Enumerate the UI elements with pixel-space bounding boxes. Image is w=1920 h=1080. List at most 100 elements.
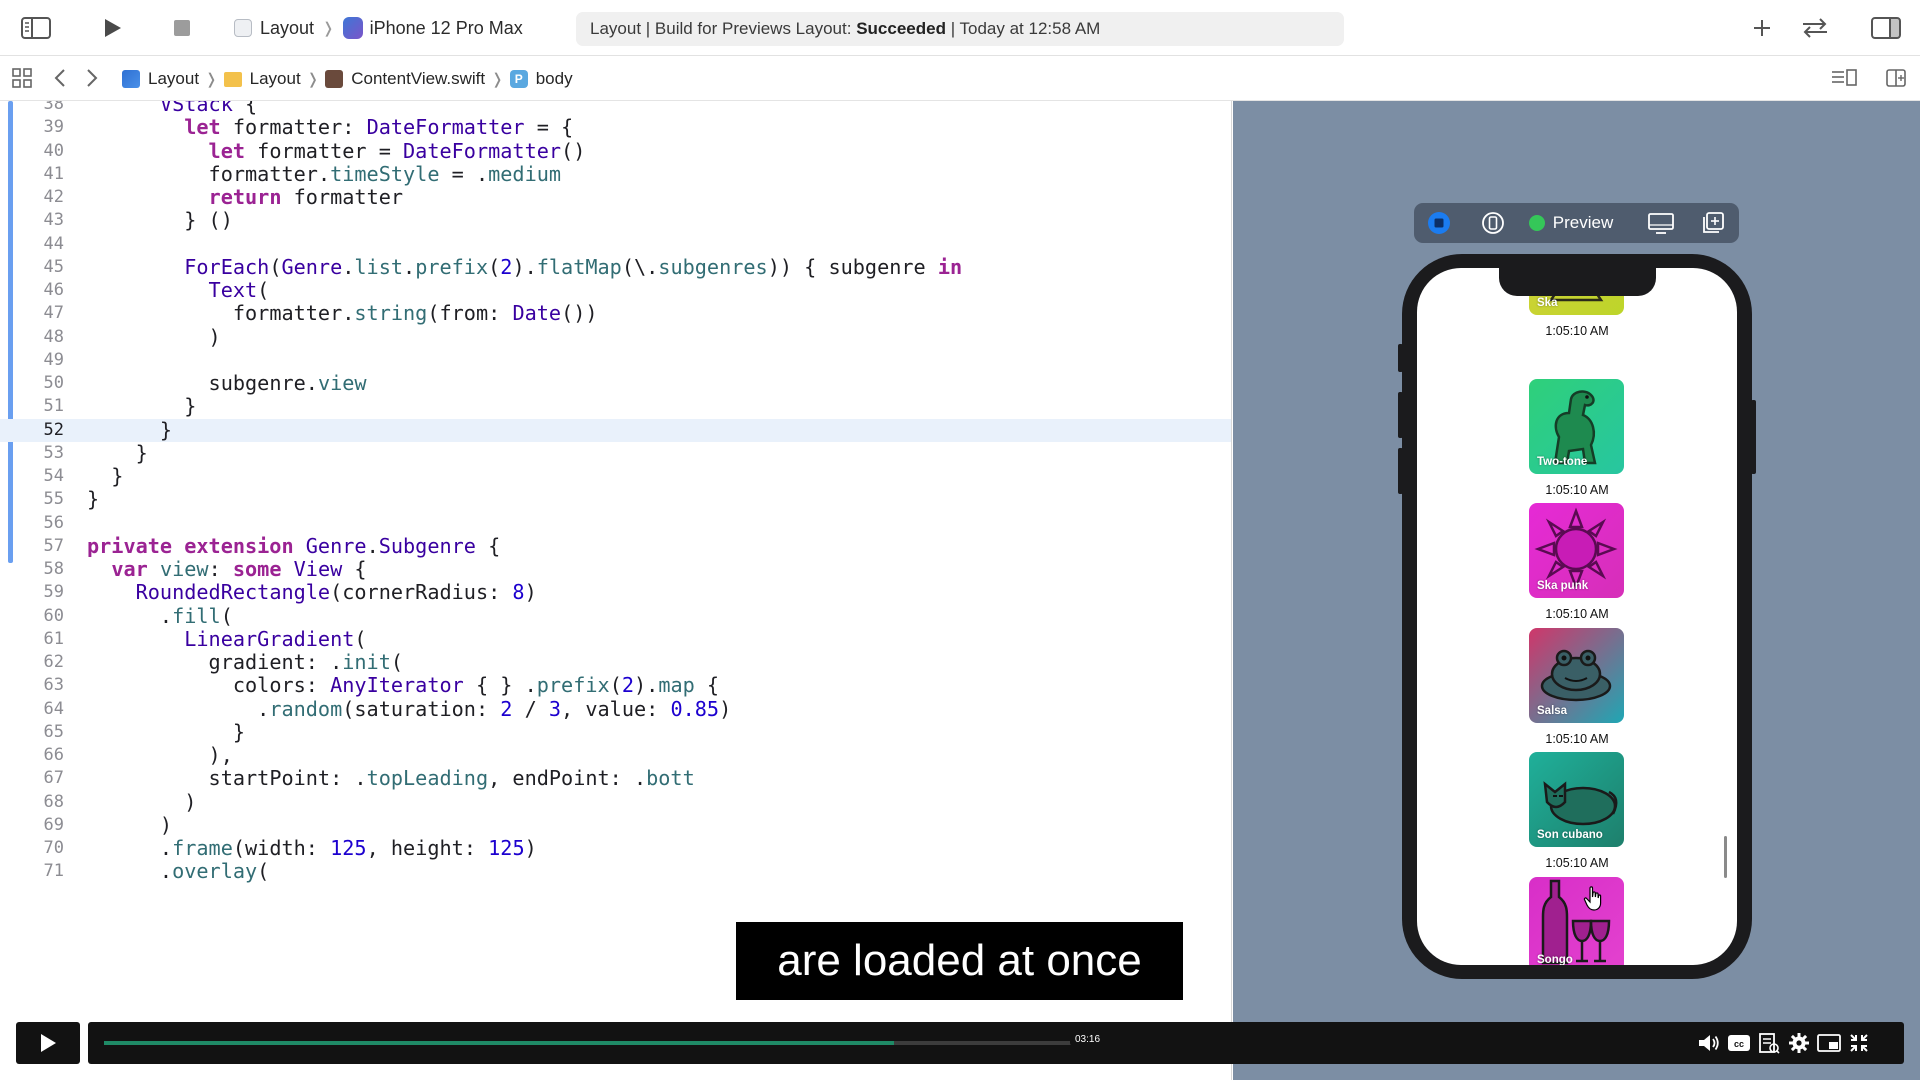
captions-button[interactable]: cc (1726, 1030, 1752, 1056)
code-line[interactable]: 58 var view: some View { (0, 557, 1231, 581)
code-line[interactable]: 62 gradient: .init( (0, 650, 1231, 674)
code-line[interactable]: 70 .frame(width: 125, height: 125) (0, 836, 1231, 860)
chevron-right-icon: ❭ (205, 71, 218, 88)
code-line[interactable]: 67 startPoint: .topLeading, endPoint: .b… (0, 766, 1231, 790)
code-line[interactable]: 49 (0, 349, 1231, 372)
code-line[interactable]: 63 colors: AnyIterator { } .prefix(2).ma… (0, 673, 1231, 697)
code-line[interactable]: 53 } (0, 441, 1231, 465)
subgenre-tile[interactable]: Son cubano (1529, 752, 1624, 847)
code-text: } () (87, 208, 233, 233)
line-number: 47 (43, 303, 64, 324)
video-progress-track[interactable]: 03:16 (104, 1033, 1106, 1046)
settings-button[interactable] (1786, 1030, 1812, 1056)
preview-mode-indicator[interactable]: Preview (1526, 210, 1616, 236)
code-line[interactable]: 69 ) (0, 812, 1231, 837)
subgenre-tile[interactable]: Songo (1529, 876, 1624, 966)
device-settings-button[interactable] (1478, 210, 1508, 236)
code-line[interactable]: 38 VStack { (0, 101, 1231, 116)
code-line[interactable]: 48 ) (0, 325, 1231, 349)
transcript-button[interactable] (1756, 1030, 1782, 1056)
scroll-indicator[interactable] (1724, 836, 1727, 878)
live-mode-button[interactable] (1424, 210, 1454, 236)
code-line[interactable]: 46 Text( (0, 278, 1231, 302)
code-line[interactable]: 40 let formatter = DateFormatter() (0, 139, 1231, 163)
breadcrumb-project[interactable]: Layout (122, 69, 199, 89)
code-line[interactable]: 50 subgenre.view (0, 371, 1231, 395)
scheme-selector[interactable]: Layout ❭ iPhone 12 Pro Max (234, 15, 523, 41)
picture-in-picture-button[interactable] (1816, 1030, 1842, 1056)
code-line[interactable]: 66 ), (0, 743, 1231, 767)
code-line[interactable]: 71 .overlay( (0, 859, 1231, 883)
stop-button[interactable] (164, 12, 200, 44)
code-line[interactable]: 56 (0, 512, 1231, 535)
code-line[interactable]: 60 .fill( (0, 604, 1231, 628)
subgenre-tile[interactable]: Salsa (1529, 627, 1624, 723)
code-line[interactable]: 57 private extension Genre.Subgenre { (0, 533, 1231, 558)
chevron-right-icon: ❭ (322, 20, 335, 37)
code-line[interactable]: 55} (0, 487, 1231, 511)
code-text: private extension Genre.Subgenre { (87, 533, 501, 558)
code-line[interactable]: 45 ForEach(Genre.list.prefix(2).flatMap(… (0, 254, 1231, 279)
volume-button[interactable] (1696, 1030, 1722, 1056)
run-destination[interactable]: iPhone 12 Pro Max (370, 18, 523, 39)
code-line[interactable]: 41 formatter.timeStyle = .medium (0, 162, 1231, 186)
code-line[interactable]: 52 } (0, 418, 1231, 442)
subgenre-name: Salsa (1537, 704, 1568, 717)
code-line[interactable]: 59 RoundedRectangle(cornerRadius: 8) (0, 580, 1231, 604)
subgenre-tile[interactable]: Ska punk (1529, 503, 1624, 598)
render-timestamp: 1:05:10 AM (1545, 607, 1609, 621)
subgenre-tile[interactable]: Two-tone (1529, 378, 1624, 474)
preview-label: Preview (1552, 213, 1614, 232)
code-line[interactable]: 43 } () (0, 208, 1231, 233)
play-icon (41, 1034, 56, 1052)
subgenre-name: Songo (1537, 953, 1573, 966)
device-screen[interactable]: Ska 1:05:10 AM Two-tone 1:05:10 AM Ska punk 1… (1417, 268, 1737, 965)
line-number: 51 (43, 396, 64, 417)
code-line[interactable]: 61 LinearGradient( (0, 627, 1231, 651)
subgenre-name: Ska punk (1537, 580, 1589, 592)
back-button[interactable] (42, 62, 78, 94)
code-line[interactable]: 65 } (0, 720, 1231, 744)
chevron-left-icon (54, 69, 65, 87)
code-line[interactable]: 51 } (0, 394, 1231, 418)
stop-preview-icon (1428, 212, 1450, 234)
preview-canvas[interactable]: Preview Ska 1:05:10 AM Two-tone 1:05:10 AM S… (1233, 101, 1920, 1080)
video-caption: are loaded at once (736, 922, 1183, 1000)
breadcrumb-group[interactable]: Layout (223, 69, 301, 89)
code-line[interactable]: 68 ) (0, 790, 1231, 814)
code-line[interactable]: 47 formatter.string(from: Date()) (0, 301, 1231, 325)
line-number: 59 (43, 582, 64, 603)
subgenre-name: Son cubano (1537, 829, 1603, 841)
run-on-device-button[interactable] (1644, 210, 1678, 236)
related-items-button[interactable] (4, 62, 40, 94)
breadcrumb-file[interactable]: ContentView.swift (325, 69, 485, 89)
gear-icon (1789, 1033, 1809, 1053)
video-timestamp: 03:16 (1070, 1033, 1106, 1046)
inspector-toggle-button[interactable] (1868, 12, 1904, 44)
add-library-button[interactable] (1744, 12, 1780, 44)
code-line[interactable]: 54 } (0, 464, 1231, 488)
run-button[interactable] (94, 12, 130, 44)
sidebar-icon (21, 17, 51, 39)
editor-options-button[interactable] (1826, 62, 1862, 94)
code-text: ) (87, 812, 173, 837)
breadcrumb-symbol[interactable]: Pbody (509, 69, 573, 89)
code-review-button[interactable] (1797, 12, 1833, 44)
exit-fullscreen-button[interactable] (1846, 1030, 1872, 1056)
code-line[interactable]: 39 let formatter: DateFormatter = { (0, 115, 1231, 139)
navigator-toggle-button[interactable] (18, 12, 54, 44)
duplicate-preview-button[interactable] (1698, 210, 1728, 236)
code-line[interactable]: 44 (0, 233, 1231, 256)
split-editor-button[interactable] (1878, 62, 1914, 94)
code-line[interactable]: 42 return formatter (0, 185, 1231, 209)
line-number: 52 (43, 419, 64, 440)
video-play-button[interactable] (16, 1022, 80, 1064)
line-number: 57 (43, 535, 64, 556)
line-number: 71 (43, 861, 64, 882)
hand-cursor-icon (1583, 886, 1602, 911)
code-text: var view: some View { (111, 557, 367, 581)
forward-button[interactable] (74, 62, 110, 94)
code-text: ForEach(Genre.list.prefix(2).flatMap(\.s… (184, 254, 963, 279)
code-line[interactable]: 64 .random(saturation: 2 / 3, value: 0.8… (0, 697, 1231, 721)
swap-arrows-icon (1803, 18, 1827, 38)
